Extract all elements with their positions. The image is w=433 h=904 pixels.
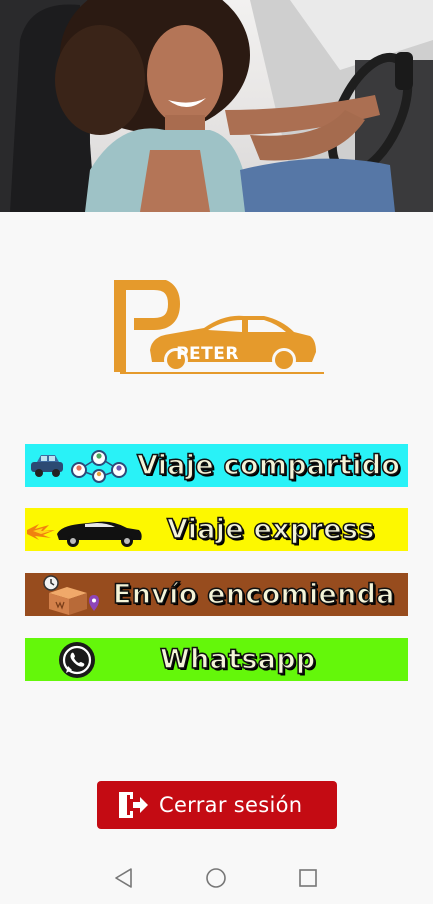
hero-photo — [0, 0, 433, 212]
logout-door-icon — [119, 792, 148, 818]
whatsapp-label: Whatsapp — [159, 643, 316, 676]
system-nav-bar — [0, 852, 433, 904]
shared-ride-icon — [29, 444, 129, 487]
logo-brand-text: PETER — [176, 344, 239, 364]
express-car-icon — [27, 508, 145, 551]
recents-icon[interactable] — [296, 866, 320, 890]
logout-label: Cerrar sesión — [159, 793, 303, 817]
parcel-box-icon — [39, 573, 99, 616]
back-icon[interactable] — [112, 866, 136, 890]
home-icon[interactable] — [204, 866, 228, 890]
woman-driving-photo — [0, 0, 433, 212]
parcel-delivery-button[interactable]: Envío encomienda — [25, 573, 408, 616]
shared-ride-button[interactable]: Viaje compartido — [25, 444, 408, 487]
shared-ride-label: Viaje compartido — [136, 449, 401, 482]
express-ride-label: Viaje express — [166, 513, 375, 546]
parcel-delivery-label: Envío encomienda — [112, 578, 395, 611]
whatsapp-button[interactable]: Whatsapp — [25, 638, 408, 681]
express-ride-button[interactable]: Viaje express — [25, 508, 408, 551]
logout-button[interactable]: Cerrar sesión — [97, 781, 337, 829]
whatsapp-icon — [57, 638, 97, 681]
